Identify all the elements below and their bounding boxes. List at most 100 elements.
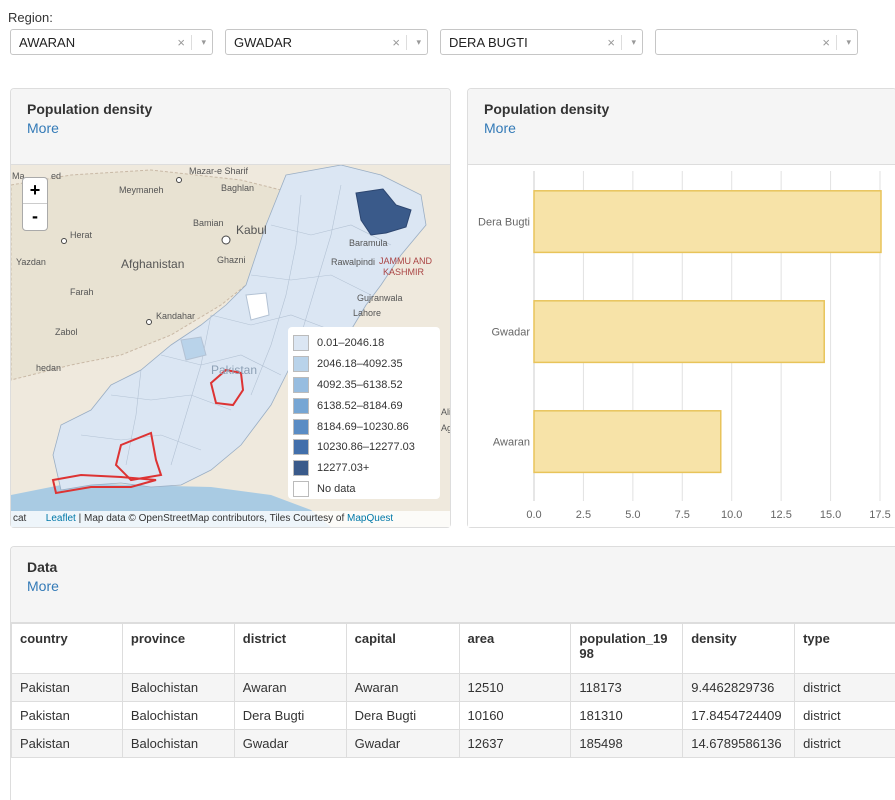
legend-item: 2046.18–4092.35	[293, 354, 435, 375]
map-place-label: Mazar-e Sharif	[189, 166, 249, 176]
legend-item: 8184.69–10230.86	[293, 416, 435, 437]
map-place-label: KASHMIR	[383, 267, 425, 277]
select-separator	[621, 35, 622, 50]
attribution-prefix: cat	[13, 513, 27, 524]
chevron-down-icon[interactable]: ▾	[201, 37, 206, 48]
data-more-link[interactable]: More	[27, 578, 59, 594]
column-header[interactable]: density	[682, 623, 796, 674]
legend-label: 4092.35–6138.52	[317, 378, 403, 391]
select-separator	[191, 35, 192, 50]
region-label: Region:	[8, 10, 53, 25]
map-place-label: Zabol	[55, 327, 78, 337]
table-cell: Balochistan	[121, 729, 235, 758]
table-row: Pakistan Balochistan Gwadar Gwadar 12637…	[11, 729, 895, 758]
y-category-label: Awaran	[493, 437, 530, 449]
legend-swatch	[293, 460, 309, 477]
bar	[533, 410, 722, 474]
x-tick-label: 7.5	[675, 509, 690, 521]
table-cell: Dera Bugti	[345, 701, 460, 730]
table-cell: 118173	[570, 673, 684, 702]
bar	[533, 190, 882, 254]
region-select-value: DERA BUGTI	[449, 35, 528, 50]
legend-swatch	[293, 376, 309, 393]
map-place-label: Baghlan	[221, 183, 255, 193]
map-place-label: Baramula	[349, 238, 388, 248]
data-panel: Data More country province district capi…	[10, 546, 895, 800]
chevron-down-icon[interactable]: ▾	[416, 37, 421, 48]
map-place-label: Yazdan	[16, 257, 46, 267]
column-header[interactable]: area	[458, 623, 572, 674]
map-legend: 0.01–2046.18 2046.18–4092.35 4092.35–613…	[288, 327, 440, 499]
map-place-label: Bamian	[193, 218, 224, 228]
column-header[interactable]: country	[11, 623, 123, 674]
column-header[interactable]: district	[233, 623, 347, 674]
map-place-label: hedan	[36, 363, 62, 373]
zoom-control: + -	[22, 177, 48, 231]
map-place-label: Herat	[70, 230, 93, 240]
column-header[interactable]: type	[794, 623, 895, 674]
map-place-label: Ghazni	[217, 255, 246, 265]
x-tick-label: 17.5	[869, 509, 890, 521]
table-row: Pakistan Balochistan Awaran Awaran 12510…	[11, 673, 895, 702]
map-place-label: ed	[51, 171, 62, 181]
column-header[interactable]: province	[121, 623, 235, 674]
y-category-label: Gwadar	[491, 327, 530, 339]
x-tick-label: 2.5	[576, 509, 591, 521]
clear-icon[interactable]: ×	[822, 35, 830, 50]
chart-panel-title: Population density	[484, 101, 610, 117]
chart-more-link[interactable]: More	[484, 120, 516, 136]
table-cell: Balochistan	[121, 701, 235, 730]
map-panel-title: Population density	[27, 101, 153, 117]
clear-icon[interactable]: ×	[392, 35, 400, 50]
table-cell: Dera Bugti	[233, 701, 347, 730]
column-header[interactable]: population_1998	[570, 623, 684, 674]
table-cell: 10160	[458, 701, 572, 730]
legend-swatch	[293, 356, 309, 373]
zoom-in-button[interactable]: +	[23, 178, 47, 204]
table-cell: Gwadar	[345, 729, 460, 758]
map-place-label: JAMMU AND	[379, 256, 433, 266]
map-place-label: Kandahar	[156, 311, 196, 321]
column-header[interactable]: capital	[345, 623, 460, 674]
table-cell: district	[794, 729, 895, 758]
chart-panel: Population density More 0.0 2.5 5.0 7.5 10.0…	[467, 88, 895, 528]
table-cell: Pakistan	[11, 729, 123, 758]
legend-item: 4092.35–6138.52	[293, 375, 435, 396]
bar	[533, 300, 825, 364]
table-cell: Pakistan	[11, 701, 123, 730]
table-cell: Balochistan	[121, 673, 235, 702]
map[interactable]: Mazar-e Sharif Meymaneh Baghlan Kabul Ba…	[11, 165, 450, 527]
chevron-down-icon[interactable]: ▾	[846, 37, 851, 48]
region-select-3[interactable]: DERA BUGTI × ▾	[440, 29, 643, 55]
x-tick-label: 0.0	[526, 509, 541, 521]
table-cell: Gwadar	[233, 729, 347, 758]
table-cell: district	[794, 673, 895, 702]
chevron-down-icon[interactable]: ▾	[631, 37, 636, 48]
clear-icon[interactable]: ×	[607, 35, 615, 50]
region-select-1[interactable]: AWARAN × ▾	[10, 29, 213, 55]
region-select-4[interactable]: × ▾	[655, 29, 858, 55]
legend-label: 2046.18–4092.35	[317, 358, 403, 371]
legend-item: 10230.86–12277.03	[293, 437, 435, 458]
y-category-label: Dera Bugti	[478, 217, 530, 229]
region-select-2[interactable]: GWADAR × ▾	[225, 29, 428, 55]
leaflet-link[interactable]: Leaflet	[46, 513, 76, 524]
table-cell: Awaran	[233, 673, 347, 702]
select-separator	[836, 35, 837, 50]
legend-swatch	[293, 397, 309, 414]
mapquest-link[interactable]: MapQuest	[347, 513, 393, 524]
map-more-link[interactable]: More	[27, 120, 59, 136]
legend-item: 0.01–2046.18	[293, 333, 435, 354]
legend-label: No data	[317, 482, 356, 495]
map-place-label: Gujranwala	[357, 293, 403, 303]
table-cell: 185498	[570, 729, 684, 758]
map-attribution: cat Leaflet | Map data © OpenStreetMap c…	[11, 511, 450, 527]
bar-chart: 0.0 2.5 5.0 7.5 10.0 12.5 15.0 17.5 Dera Bugti Gw…	[468, 165, 895, 527]
region-select-value: AWARAN	[19, 35, 76, 50]
legend-label: 12277.03+	[317, 462, 370, 475]
x-tick-label: 5.0	[625, 509, 640, 521]
clear-icon[interactable]: ×	[177, 35, 185, 50]
legend-item: 12277.03+	[293, 458, 435, 479]
map-place-label: Afghanistan	[121, 257, 185, 271]
zoom-out-button[interactable]: -	[23, 204, 47, 230]
